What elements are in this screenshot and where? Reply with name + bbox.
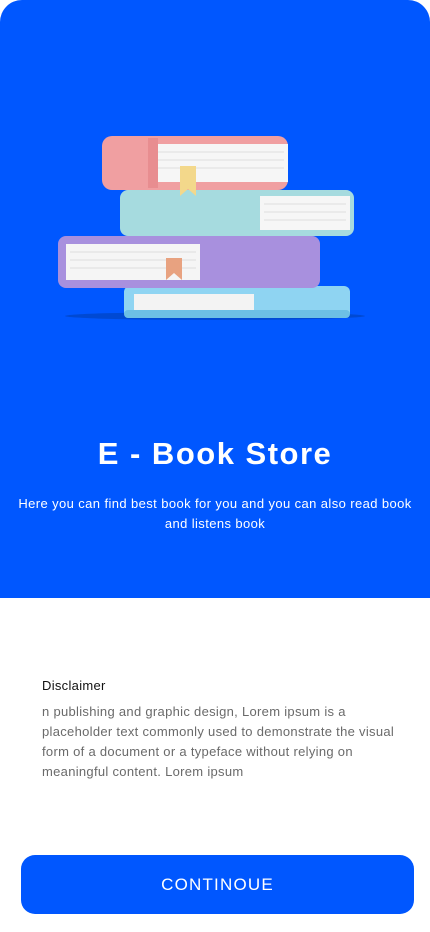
hero-subtitle: Here you can find best book for you and …	[18, 496, 412, 531]
book-stack-icon	[58, 136, 365, 320]
disclaimer-heading: Disclaimer	[42, 678, 106, 693]
hero-section: E - Book Store Here you can find best bo…	[0, 0, 430, 598]
continue-button[interactable]: CONTINOUE	[21, 855, 414, 914]
onboarding-screen: E - Book Store Here you can find best bo…	[0, 0, 430, 932]
page-title: E - Book Store	[97, 436, 333, 471]
disclaimer-text: n publishing and graphic design, Lorem i…	[42, 704, 395, 779]
